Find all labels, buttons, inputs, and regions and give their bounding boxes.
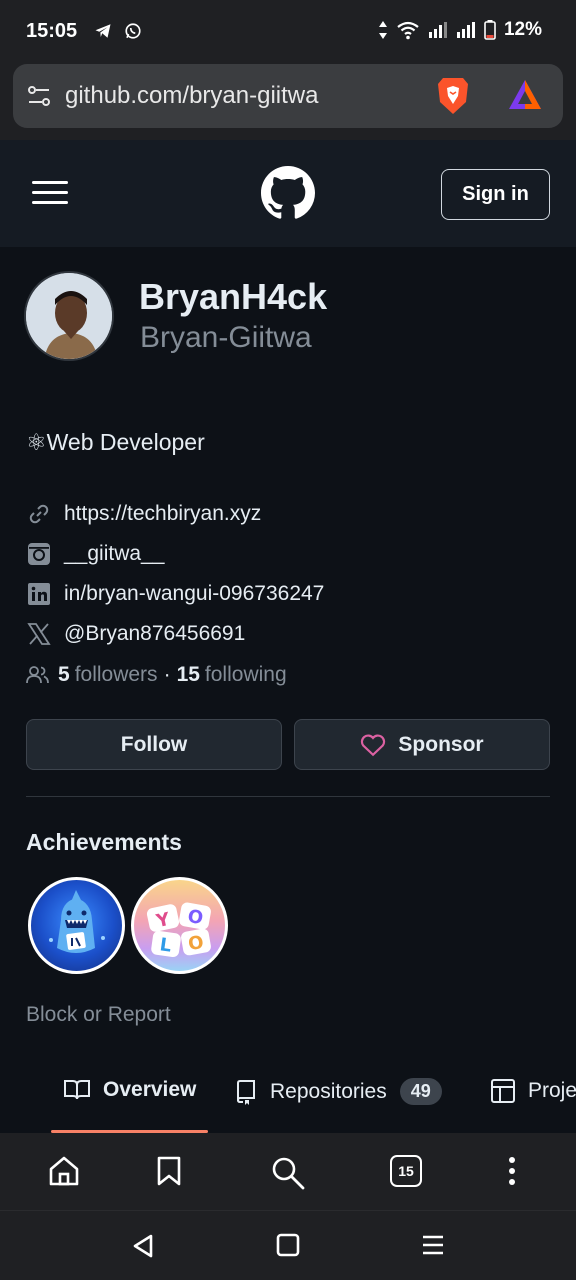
tab-overview[interactable]: Overview <box>63 1078 196 1102</box>
website-link[interactable]: https://techbiryan.xyz <box>26 494 324 534</box>
heart-icon <box>361 734 386 756</box>
back-icon[interactable] <box>131 1233 155 1259</box>
sponsor-button[interactable]: Sponsor <box>294 719 550 770</box>
achievement-pull-shark-badge[interactable] <box>28 877 125 974</box>
brave-shields-icon[interactable] <box>435 76 471 116</box>
bookmark-icon[interactable] <box>156 1155 182 1187</box>
book-icon <box>64 1080 90 1100</box>
x-icon <box>26 621 52 647</box>
url-bar[interactable]: github.com/bryan-giitwa <box>13 64 563 128</box>
tab-projects[interactable]: Proje <box>490 1078 576 1104</box>
linkedin-icon <box>26 581 52 607</box>
tab-repositories-label: Repositories <box>270 1079 387 1103</box>
following-count[interactable]: 15 <box>177 663 200 687</box>
divider <box>26 796 550 797</box>
url-text[interactable]: github.com/bryan-giitwa <box>65 82 318 110</box>
repo-icon <box>236 1079 255 1105</box>
avatar[interactable] <box>24 271 114 361</box>
people-icon <box>26 666 49 684</box>
data-arrows-icon <box>378 21 387 39</box>
yolo-icon: Y O L O <box>146 902 211 958</box>
menu-icon[interactable] <box>32 181 68 205</box>
linkedin-text[interactable]: in/bryan-wangui-096736247 <box>64 582 324 606</box>
x-text[interactable]: @Bryan876456691 <box>64 622 245 646</box>
follow-stats: 5 followers · 15 following <box>26 663 287 687</box>
status-right: 12% <box>378 19 542 41</box>
telegram-icon <box>95 24 111 38</box>
brave-rewards-icon[interactable] <box>507 78 543 112</box>
more-menu-icon[interactable] <box>506 1155 518 1187</box>
sign-in-button[interactable]: Sign in <box>441 169 550 220</box>
avatar-photo <box>26 273 112 359</box>
signal-icon <box>428 22 447 38</box>
linkedin-link[interactable]: in/bryan-wangui-096736247 <box>26 574 324 614</box>
status-app-icons <box>94 22 142 40</box>
github-logo-icon[interactable] <box>261 166 315 220</box>
link-icon <box>26 501 52 527</box>
wifi-icon <box>397 21 419 40</box>
bio: ⚛Web Developer <box>26 429 205 455</box>
tab-overview-label: Overview <box>103 1078 197 1101</box>
sponsor-label: Sponsor <box>398 732 484 756</box>
instagram-link[interactable]: __giitwa__ <box>26 534 324 574</box>
username: Bryan-Giitwa <box>140 321 312 354</box>
home-nav-icon[interactable] <box>276 1233 300 1257</box>
github-header: Sign in <box>0 140 576 247</box>
project-table-icon <box>491 1079 515 1103</box>
instagram-text[interactable]: __giitwa__ <box>64 542 164 566</box>
tab-switcher-button[interactable]: 15 <box>390 1155 422 1187</box>
shark-icon <box>49 890 105 953</box>
search-icon[interactable] <box>270 1155 306 1191</box>
followers-count[interactable]: 5 <box>58 663 70 687</box>
tab-repositories[interactable]: Repositories 49 <box>234 1078 442 1105</box>
status-time: 15:05 <box>26 20 78 42</box>
x-link[interactable]: @Bryan876456691 <box>26 614 324 654</box>
signal-icon-2 <box>456 22 475 38</box>
follow-button[interactable]: Follow <box>26 719 282 770</box>
followers-label[interactable]: followers <box>75 663 158 687</box>
android-navigation-bar <box>0 1210 576 1280</box>
site-settings-icon[interactable] <box>27 84 51 108</box>
browser-bottom-toolbar: 15 <box>0 1133 576 1210</box>
home-icon[interactable] <box>47 1155 81 1187</box>
browser-bar: github.com/bryan-giitwa <box>0 62 576 140</box>
achievement-yolo-badge[interactable]: Y O L O <box>131 877 228 974</box>
tab-projects-label: Proje <box>528 1079 576 1102</box>
profile-tabs: Overview Repositories 49 Proje <box>0 1060 576 1133</box>
website-text[interactable]: https://techbiryan.xyz <box>64 502 261 526</box>
recents-icon[interactable] <box>421 1233 445 1257</box>
block-or-report-link[interactable]: Block or Report <box>26 1003 171 1027</box>
instagram-icon <box>26 541 52 567</box>
separator: · <box>163 663 171 686</box>
repositories-count-badge: 49 <box>399 1078 442 1105</box>
profile-links: https://techbiryan.xyz __giitwa__ in/bry… <box>26 494 324 654</box>
status-bar: 15:05 12% <box>0 0 576 62</box>
battery-icon <box>484 20 496 40</box>
achievements-title: Achievements <box>26 829 182 855</box>
following-label[interactable]: following <box>205 663 287 687</box>
battery-percent: 12% <box>503 19 542 40</box>
display-name: BryanH4ck <box>139 276 328 317</box>
whatsapp-icon <box>125 23 141 39</box>
